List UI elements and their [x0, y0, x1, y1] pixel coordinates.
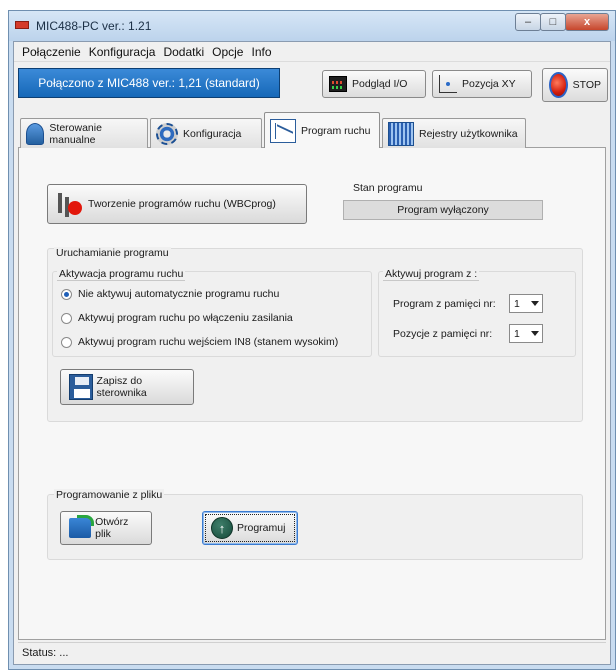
menu-opcje[interactable]: Opcje	[208, 45, 247, 59]
tab-label: Sterowanie manualne	[49, 121, 102, 146]
io-monitor-icon	[329, 76, 347, 92]
tab-manual-control[interactable]: Sterowanie manualne	[20, 118, 148, 148]
radio-label: Aktywuj program ruchu wejściem IN8 (stan…	[78, 336, 339, 348]
window-controls: – □ x	[515, 13, 609, 31]
tab-user-registers[interactable]: Rejestry użytkownika	[382, 118, 526, 148]
minimize-button[interactable]: –	[515, 13, 541, 31]
title-bar[interactable]: MIC488-PC ver.: 1.21 – □ x	[9, 11, 615, 41]
floppy-save-icon	[69, 374, 93, 400]
motion-program-icon	[270, 118, 296, 143]
radio-button[interactable]	[61, 312, 72, 324]
memory-positions-value: 1	[514, 327, 520, 340]
tab-strip: Sterowanie manualne Konfiguracja Program…	[18, 112, 606, 148]
io-preview-label: Podgląd I/O	[352, 78, 408, 90]
upload-arrow-icon: ↑	[211, 517, 233, 539]
program-from-file-group: Programowanie z pliku Otwórz plik ↑ Prog…	[47, 489, 583, 560]
radio-label: Aktywuj program ruchu po włączeniu zasil…	[78, 312, 293, 324]
memory-program-label: Program z pamięci nr:	[393, 298, 496, 310]
save-to-controller-button[interactable]: Zapisz do sterownika	[60, 369, 194, 405]
stop-icon	[549, 72, 568, 98]
save-to-controller-label: Zapisz do sterownika	[96, 375, 147, 399]
radio-power-on[interactable]: Aktywuj program ruchu po włączeniu zasil…	[61, 312, 293, 324]
memory-positions-label: Pozycje z pamięci nr:	[393, 328, 493, 340]
tab-motion-program[interactable]: Program ruchu	[264, 112, 380, 148]
radio-label: Nie aktywuj automatycznie programu ruchu	[78, 288, 280, 300]
menu-info[interactable]: Info	[247, 45, 275, 59]
menu-konfiguracja[interactable]: Konfiguracja	[85, 45, 160, 59]
radio-no-autostart[interactable]: Nie aktywuj automatycznie programu ruchu	[61, 288, 279, 300]
stop-label: STOP	[572, 79, 601, 91]
chevron-down-icon	[531, 301, 539, 306]
stop-button[interactable]: STOP	[542, 68, 608, 102]
run-program-title: Uruchamianie programu	[54, 247, 171, 259]
memory-program-select[interactable]: 1	[509, 294, 543, 313]
radio-button[interactable]	[61, 336, 72, 348]
connection-status: Połączono z MIC488 ver.: 1,21 (standard)	[18, 68, 280, 98]
close-button[interactable]: x	[565, 13, 609, 31]
menu-polaczenie[interactable]: Połączenie	[18, 45, 85, 59]
program-device-button[interactable]: ↑ Programuj	[202, 511, 298, 545]
memory-positions-select[interactable]: 1	[509, 324, 543, 343]
radio-in8-input[interactable]: Aktywuj program ruchu wejściem IN8 (stan…	[61, 336, 338, 348]
gear-icon	[156, 122, 178, 145]
chevron-down-icon	[531, 331, 539, 336]
create-motion-program-button[interactable]: Tworzenie programów ruchu (WBCprog)	[47, 184, 307, 224]
open-file-button[interactable]: Otwórz plik	[60, 511, 152, 545]
program-state-value: Program wyłączony	[343, 200, 543, 220]
tab-label: Program ruchu	[301, 124, 371, 137]
app-logo-icon	[15, 21, 29, 29]
tab-configuration[interactable]: Konfiguracja	[150, 118, 262, 148]
open-folder-icon	[69, 515, 95, 538]
menu-dodatki[interactable]: Dodatki	[159, 45, 208, 59]
status-bar: Status: ...	[18, 642, 606, 662]
radio-button[interactable]	[61, 288, 72, 300]
activation-group: Aktywacja programu ruchu Nie aktywuj aut…	[52, 268, 372, 357]
tab-label: Konfiguracja	[183, 127, 242, 140]
client-area: Połączenie Konfiguracja Dodatki Opcje In…	[13, 41, 611, 665]
create-motion-program-label: Tworzenie programów ruchu (WBCprog)	[88, 198, 276, 210]
window-title: MIC488-PC ver.: 1.21	[36, 19, 152, 33]
program-device-label: Programuj	[237, 522, 286, 534]
activation-title: Aktywacja programu ruchu	[57, 268, 186, 281]
xy-position-button[interactable]: Pozycja XY	[432, 70, 532, 98]
run-program-group: Uruchamianie programu Aktywacja programu…	[47, 247, 583, 422]
motion-program-panel: Tworzenie programów ruchu (WBCprog) Stan…	[18, 148, 606, 640]
menu-bar: Połączenie Konfiguracja Dodatki Opcje In…	[14, 42, 610, 62]
maximize-button[interactable]: □	[540, 13, 566, 31]
xy-position-label: Pozycja XY	[462, 78, 516, 90]
tab-label: Rejestry użytkownika	[419, 127, 518, 140]
wbcprog-icon	[56, 191, 84, 217]
open-file-label: Otwórz plik	[95, 516, 129, 540]
app-window: MIC488-PC ver.: 1.21 – □ x Połączenie Ko…	[8, 10, 616, 670]
activate-from-title: Aktywuj program z :	[383, 268, 480, 281]
activate-from-group: Aktywuj program z : Program z pamięci nr…	[378, 268, 576, 357]
xy-axis-icon	[439, 75, 457, 93]
registers-icon	[388, 121, 414, 146]
io-preview-button[interactable]: Podgląd I/O	[322, 70, 426, 98]
manual-control-icon	[26, 122, 45, 145]
program-state-label: Stan programu	[353, 182, 423, 194]
memory-program-value: 1	[514, 297, 520, 310]
program-from-file-title: Programowanie z pliku	[54, 489, 165, 501]
